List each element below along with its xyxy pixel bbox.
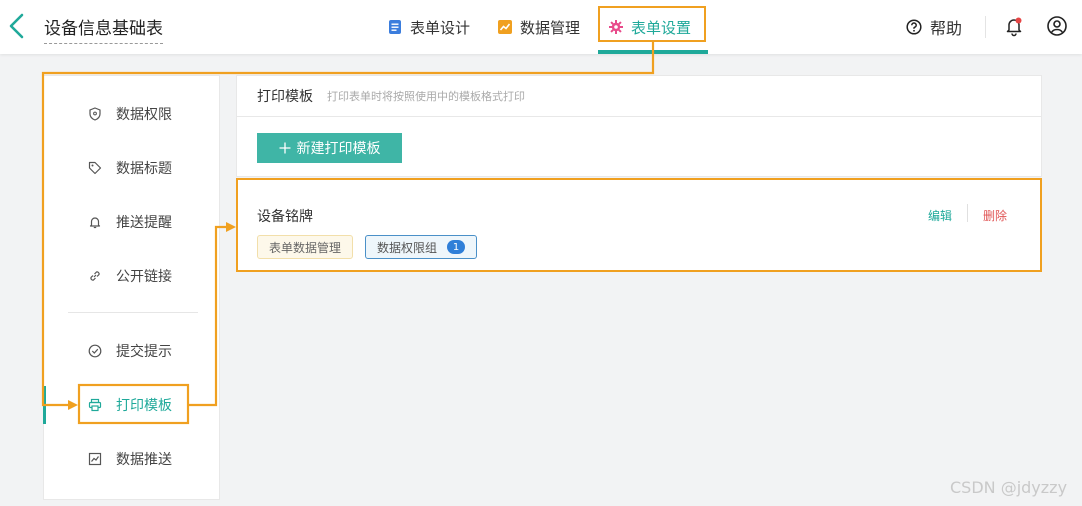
user-avatar-icon[interactable] <box>1046 15 1068 37</box>
trend-chart-icon <box>88 452 102 466</box>
tab-form-design[interactable]: 表单设计 <box>388 0 470 54</box>
template-tag-permission-group[interactable]: 数据权限组 1 <box>365 235 478 259</box>
printer-icon <box>88 398 102 412</box>
action-divider <box>967 204 968 222</box>
tab-form-design-label: 表单设计 <box>410 18 471 37</box>
panel-title: 打印模板 <box>257 89 313 105</box>
permission-count-badge: 1 <box>447 240 466 254</box>
sidebar-item-data-title[interactable]: 数据标题 <box>44 148 219 188</box>
new-print-template-label: 新建打印模板 <box>296 140 381 156</box>
sidebar-item-label: 提交提示 <box>116 344 172 360</box>
active-tab-indicator <box>598 50 708 54</box>
sidebar-item-submit-tip[interactable]: 提交提示 <box>44 331 219 371</box>
sidebar-item-print-template[interactable]: 打印模板 <box>44 385 219 425</box>
print-template-panel: 打印模板 打印表单时将按照使用中的模板格式打印 新建打印模板 设备铭牌 表单数据… <box>236 75 1042 495</box>
panel-toolbar: 新建打印模板 <box>236 117 1042 177</box>
top-bar: 设备信息基础表 表单设计 数据管理 表单设置 帮助 <box>0 0 1082 54</box>
watermark: CSDN @jdyzzy <box>950 478 1068 497</box>
question-circle-icon <box>906 19 922 35</box>
sidebar-item-label: 推送提醒 <box>116 215 172 231</box>
panel-description: 打印表单时将按照使用中的模板格式打印 <box>327 90 525 103</box>
plus-icon <box>279 142 290 154</box>
notification-bell-icon[interactable] <box>1003 15 1025 37</box>
panel-header: 打印模板 打印表单时将按照使用中的模板格式打印 <box>236 75 1042 117</box>
form-title[interactable]: 设备信息基础表 <box>44 14 163 44</box>
sidebar-item-label: 数据权限 <box>116 107 172 123</box>
form-design-icon <box>389 20 401 34</box>
sidebar-item-data-permission[interactable]: 数据权限 <box>44 94 219 134</box>
bell-icon <box>89 217 101 229</box>
help-label: 帮助 <box>930 19 963 38</box>
sidebar-item-label: 打印模板 <box>116 398 172 414</box>
annotation-highlight-box <box>598 6 706 42</box>
template-name: 设备铭牌 <box>257 209 313 225</box>
tab-data-management-label: 数据管理 <box>520 18 581 37</box>
template-card[interactable]: 设备铭牌 表单数据管理 数据权限组 1 编辑 删除 <box>236 178 1042 272</box>
header-divider <box>985 16 986 38</box>
sidebar-item-label: 数据推送 <box>116 452 172 468</box>
back-arrow-icon[interactable] <box>6 12 28 40</box>
check-circle-icon <box>88 344 102 358</box>
tab-data-management[interactable]: 数据管理 <box>498 0 580 54</box>
link-icon <box>90 271 100 281</box>
sidebar-item-label: 数据标题 <box>116 161 172 177</box>
sidebar-item-data-push[interactable]: 数据推送 <box>44 439 219 479</box>
sidebar-item-push-reminder[interactable]: 推送提醒 <box>44 202 219 242</box>
template-tag-form-data: 表单数据管理 <box>257 235 354 259</box>
sidebar-item-label: 公开链接 <box>116 269 172 285</box>
delete-template-link[interactable]: 删除 <box>983 207 1007 224</box>
permission-group-label: 数据权限组 <box>377 240 438 255</box>
shield-icon <box>89 107 101 121</box>
help-button[interactable]: 帮助 <box>906 0 962 54</box>
sidebar-divider <box>68 312 198 313</box>
edit-template-link[interactable]: 编辑 <box>928 207 952 224</box>
tab-form-settings[interactable]: 表单设置 <box>598 0 706 54</box>
data-chart-icon <box>498 20 512 34</box>
tag-icon <box>88 161 102 175</box>
settings-sidebar: 数据权限 数据标题 推送提醒 公开链接 提交提示 打印模板 数据推送 <box>43 75 220 500</box>
new-print-template-button[interactable]: 新建打印模板 <box>257 133 402 163</box>
sidebar-item-public-link[interactable]: 公开链接 <box>44 256 219 296</box>
